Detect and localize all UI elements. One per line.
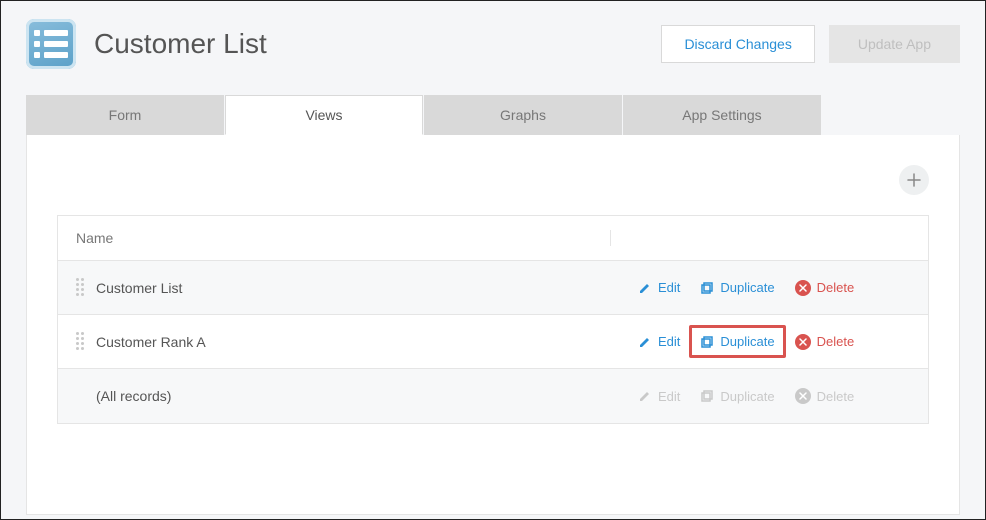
app-frame: Customer List Discard Changes Update App…: [0, 0, 986, 520]
tab-views[interactable]: Views: [225, 95, 423, 135]
duplicate-icon: [700, 281, 714, 295]
update-app-button[interactable]: Update App: [829, 25, 960, 63]
column-header-name: Name: [76, 230, 600, 246]
row-name: Customer Rank A: [96, 334, 610, 350]
table-row: Customer List Edit Duplicate: [58, 261, 928, 315]
discard-changes-button[interactable]: Discard Changes: [661, 25, 814, 63]
plus-icon: [907, 173, 921, 187]
edit-button[interactable]: Edit: [638, 280, 680, 295]
edit-button: Edit: [638, 389, 680, 404]
row-actions: Edit Duplicate Delete: [610, 280, 910, 296]
row-actions: Edit Duplicate Delete: [610, 388, 910, 404]
edit-label: Edit: [658, 334, 680, 349]
duplicate-label: Duplicate: [720, 334, 774, 349]
add-view-button[interactable]: [899, 165, 929, 195]
duplicate-button: Duplicate: [700, 389, 774, 404]
pencil-icon: [638, 335, 652, 349]
drag-handle-icon[interactable]: [76, 332, 88, 352]
delete-button[interactable]: Delete: [795, 334, 855, 350]
delete-icon: [795, 388, 811, 404]
pencil-icon: [638, 281, 652, 295]
delete-label: Delete: [817, 280, 855, 295]
row-name: (All records): [96, 388, 610, 404]
duplicate-icon: [700, 389, 714, 403]
views-table: Name Customer List Edit: [57, 215, 929, 424]
app-list-icon: [26, 19, 76, 69]
delete-icon: [795, 280, 811, 296]
drag-handle-icon[interactable]: [76, 278, 88, 298]
tabs: Form Views Graphs App Settings: [1, 95, 985, 135]
column-header-actions: [610, 230, 910, 246]
content-actions: [57, 165, 929, 195]
header: Customer List Discard Changes Update App: [1, 1, 985, 87]
duplicate-label: Duplicate: [720, 280, 774, 295]
table-row: (All records) Edit Duplicate: [58, 369, 928, 423]
row-actions: Edit Duplicate Delete: [610, 334, 910, 350]
row-name: Customer List: [96, 280, 610, 296]
delete-button: Delete: [795, 388, 855, 404]
delete-button[interactable]: Delete: [795, 280, 855, 296]
header-actions: Discard Changes Update App: [661, 25, 960, 63]
delete-icon: [795, 334, 811, 350]
delete-label: Delete: [817, 389, 855, 404]
page-title: Customer List: [94, 28, 643, 60]
duplicate-button[interactable]: Duplicate: [700, 280, 774, 295]
duplicate-button[interactable]: Duplicate: [689, 325, 785, 358]
edit-label: Edit: [658, 280, 680, 295]
duplicate-icon: [700, 335, 714, 349]
content-card: Name Customer List Edit: [26, 135, 960, 515]
tab-app-settings[interactable]: App Settings: [623, 95, 821, 135]
edit-label: Edit: [658, 389, 680, 404]
edit-button[interactable]: Edit: [638, 334, 680, 349]
tab-graphs[interactable]: Graphs: [424, 95, 622, 135]
table-header: Name: [58, 216, 928, 261]
delete-label: Delete: [817, 334, 855, 349]
table-row: Customer Rank A Edit Duplicate: [58, 315, 928, 369]
duplicate-label: Duplicate: [720, 389, 774, 404]
pencil-icon: [638, 389, 652, 403]
tab-form[interactable]: Form: [26, 95, 224, 135]
